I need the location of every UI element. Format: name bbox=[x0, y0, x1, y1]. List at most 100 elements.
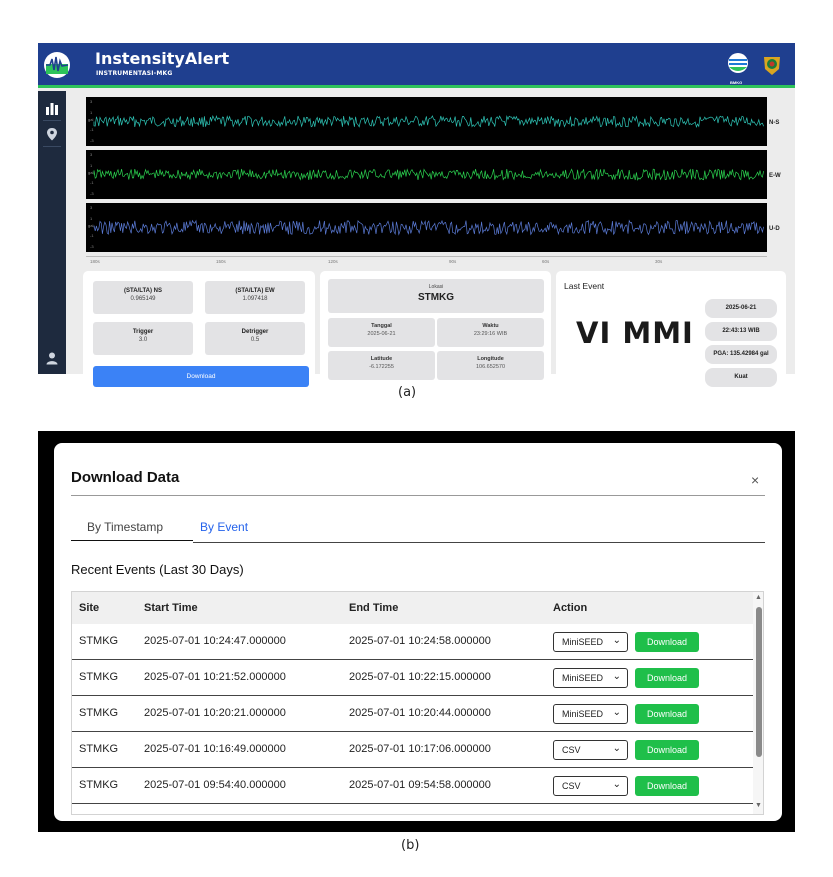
longitude-value: 106.652570 bbox=[475, 364, 506, 370]
channel-label-ud: U-D bbox=[769, 226, 780, 232]
format-select[interactable]: CSV ⌄ bbox=[553, 776, 628, 796]
y-tick-label: 3 bbox=[90, 152, 93, 157]
format-select[interactable]: MiniSEED ⌄ bbox=[553, 704, 628, 724]
event-pga-pill: PGA: 135.42984 gal bbox=[705, 345, 777, 364]
sidebar-divider bbox=[43, 146, 61, 147]
column-header-start-time: Start Time bbox=[144, 602, 198, 614]
download-button[interactable]: Download bbox=[635, 740, 699, 760]
channel-label-ns: N-S bbox=[769, 120, 780, 126]
trace-line bbox=[93, 114, 764, 129]
x-tick-label: 120s bbox=[328, 259, 338, 264]
format-select[interactable]: MiniSEED ⌄ bbox=[553, 668, 628, 688]
latitude-box: Latitude -6.172255 bbox=[328, 351, 435, 380]
channel-label-ew: E-W bbox=[769, 173, 781, 179]
scrollbar-thumb[interactable] bbox=[756, 607, 762, 757]
site-cell: STMKG bbox=[79, 635, 119, 647]
divider bbox=[71, 495, 765, 496]
site-cell: STMKG bbox=[79, 779, 119, 791]
sta-lta-ew-value: 1.097418 bbox=[242, 296, 268, 302]
start-time-cell: 2025-07-01 09:54:40.000000 bbox=[144, 779, 286, 791]
download-button[interactable]: Download bbox=[93, 366, 309, 387]
download-button[interactable]: Download bbox=[635, 668, 699, 688]
close-icon[interactable]: × bbox=[751, 472, 759, 488]
sta-lta-ew-label: (STA/LTA) EW bbox=[235, 288, 275, 294]
caption-b: (b) bbox=[401, 838, 420, 853]
column-header-end-time: End Time bbox=[349, 602, 399, 614]
chevron-down-icon: ⌄ bbox=[612, 707, 621, 718]
last-event-title: Last Event bbox=[564, 281, 605, 291]
download-button[interactable]: Download bbox=[635, 776, 699, 796]
emblem-icon bbox=[764, 57, 780, 75]
bmkg-logo-icon bbox=[728, 53, 748, 73]
chevron-down-icon: ⌄ bbox=[612, 671, 621, 682]
lokasi-box: Lokasi STMKG bbox=[328, 279, 544, 313]
y-tick-label: -1 bbox=[90, 233, 94, 238]
download-button[interactable]: Download bbox=[635, 704, 699, 724]
sta-lta-ew-box: (STA/LTA) EW 1.097418 bbox=[205, 281, 305, 314]
latitude-value: -6.172255 bbox=[369, 364, 394, 370]
time-axis bbox=[86, 256, 767, 257]
end-time-cell: 2025-07-01 09:54:58.000000 bbox=[349, 779, 491, 791]
section-title: Recent Events (Last 30 Days) bbox=[71, 562, 244, 577]
scroll-down-icon[interactable]: ▼ bbox=[755, 802, 762, 809]
scroll-up-icon[interactable]: ▲ bbox=[755, 594, 762, 601]
table-header: Site Start Time End Time Action bbox=[72, 592, 753, 624]
x-tick-label: 60s bbox=[542, 259, 550, 264]
trigger-value: 3.0 bbox=[138, 337, 148, 343]
chevron-down-icon: ⌄ bbox=[612, 635, 621, 646]
start-time-cell: 2025-07-01 10:21:52.000000 bbox=[144, 671, 286, 683]
x-tick-label: 150s bbox=[216, 259, 226, 264]
app-logo-icon bbox=[44, 52, 70, 78]
app-subtitle: INSTRUMENTASI-MKG bbox=[96, 70, 173, 77]
y-tick-label: -3 bbox=[90, 138, 94, 143]
format-select-value: MiniSEED bbox=[562, 637, 604, 647]
download-button[interactable]: Download bbox=[635, 632, 699, 652]
start-time-cell: 2025-07-01 10:20:21.000000 bbox=[144, 707, 286, 719]
chevron-down-icon: ⌄ bbox=[612, 779, 621, 790]
modal-title: Download Data bbox=[71, 469, 180, 486]
y-tick-label: -1 bbox=[90, 127, 94, 132]
tanggal-label: Tanggal bbox=[371, 323, 392, 329]
waveform-ns bbox=[86, 97, 767, 146]
sta-lta-ns-value: 0.965149 bbox=[130, 296, 156, 302]
trace-line bbox=[93, 168, 764, 181]
map-pin-icon[interactable] bbox=[45, 127, 59, 141]
longitude-box: Longitude 106.652570 bbox=[437, 351, 544, 380]
site-cell: STMKG bbox=[79, 743, 119, 755]
sta-lta-ns-box: (STA/LTA) NS 0.965149 bbox=[93, 281, 193, 314]
chevron-down-icon: ⌄ bbox=[612, 743, 621, 754]
y-tick-label: 1 bbox=[90, 110, 93, 115]
detrigger-label: Detrigger bbox=[241, 329, 269, 335]
tab-by-timestamp[interactable]: By Timestamp bbox=[87, 520, 163, 534]
format-select[interactable]: CSV ⌄ bbox=[553, 740, 628, 760]
y-tick-label: 3 bbox=[90, 205, 93, 210]
trigger-box: Trigger 3.0 bbox=[93, 322, 193, 355]
format-select[interactable]: MiniSEED ⌄ bbox=[553, 632, 628, 652]
user-icon[interactable] bbox=[45, 351, 59, 365]
y-tick-label: -3 bbox=[90, 244, 94, 249]
site-cell: STMKG bbox=[79, 707, 119, 719]
y-tick-label: -3 bbox=[90, 191, 94, 196]
tab-by-event[interactable]: By Event bbox=[200, 520, 248, 534]
tanggal-box: Tanggal 2025-06-21 bbox=[328, 318, 435, 347]
waveform-ud bbox=[86, 203, 767, 252]
format-select-value: CSV bbox=[562, 781, 581, 791]
caption-a: (a) bbox=[398, 385, 417, 400]
x-tick-label: 180s bbox=[90, 259, 100, 264]
table-row: STMKG 2025-07-01 09:54:40.000000 2025-07… bbox=[72, 768, 753, 804]
x-tick-label: 90s bbox=[449, 259, 457, 264]
bar-chart-icon[interactable] bbox=[45, 101, 59, 115]
app-title: InstensityAlert bbox=[95, 49, 230, 68]
mmi-value: VI MMI bbox=[576, 316, 694, 350]
longitude-label: Longitude bbox=[477, 356, 504, 362]
y-tick-label: 3 bbox=[90, 99, 93, 104]
lokasi-value: STMKG bbox=[417, 292, 455, 303]
y-unit-label: gal bbox=[88, 170, 94, 175]
event-category-pill: Kuat bbox=[705, 368, 777, 387]
detrigger-value: 0.5 bbox=[250, 337, 260, 343]
y-unit-label: gal bbox=[88, 223, 94, 228]
column-header-action: Action bbox=[553, 602, 588, 614]
format-select-value: MiniSEED bbox=[562, 709, 604, 719]
sidebar-divider bbox=[43, 120, 61, 121]
start-time-cell: 2025-07-01 10:24:47.000000 bbox=[144, 635, 286, 647]
